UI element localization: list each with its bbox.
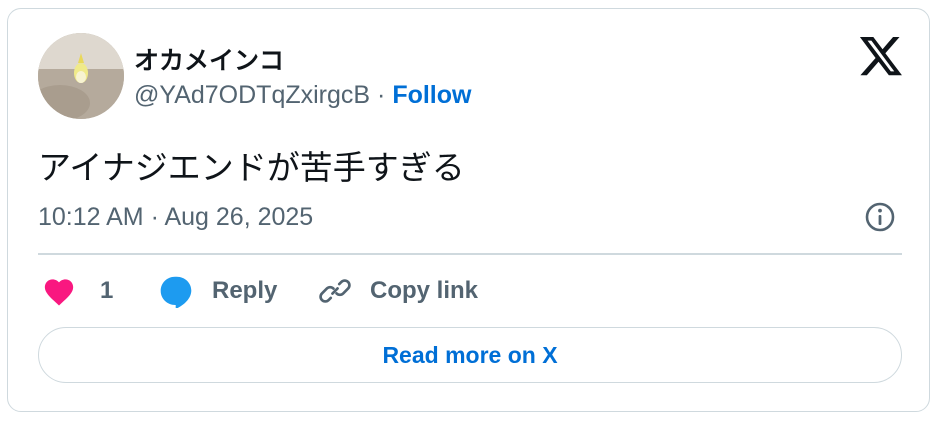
reply-button[interactable]: Reply: [158, 271, 277, 311]
speech-bubble-icon: [158, 274, 194, 308]
like-button[interactable]: 1: [42, 271, 113, 311]
divider: [38, 253, 902, 255]
author-name[interactable]: オカメインコ: [134, 41, 284, 77]
reply-label: Reply: [212, 277, 278, 304]
info-icon[interactable]: [864, 201, 896, 233]
copy-link-label: Copy link: [370, 277, 479, 304]
heart-icon: [42, 275, 76, 307]
copy-link-button[interactable]: Copy link: [318, 271, 478, 311]
author-handle-row: @YAd7ODTqZxirgcB · Follow: [134, 81, 471, 110]
tweet-embed-card: オカメインコ @YAd7ODTqZxirgcB · Follow アイナジエンド…: [7, 8, 930, 412]
link-icon: [318, 274, 352, 308]
tweet-text: アイナジエンドが苦手すぎる: [38, 149, 465, 186]
separator-dot: ·: [370, 81, 393, 109]
author-handle[interactable]: @YAd7ODTqZxirgcB: [134, 81, 370, 109]
follow-button[interactable]: Follow: [392, 81, 471, 109]
like-count: 1: [100, 277, 114, 304]
read-more-button[interactable]: Read more on X: [38, 327, 902, 383]
avatar[interactable]: [38, 33, 124, 119]
tweet-timestamp[interactable]: 10:12 AM · Aug 26, 2025: [38, 203, 313, 232]
x-logo-icon[interactable]: [859, 37, 902, 77]
